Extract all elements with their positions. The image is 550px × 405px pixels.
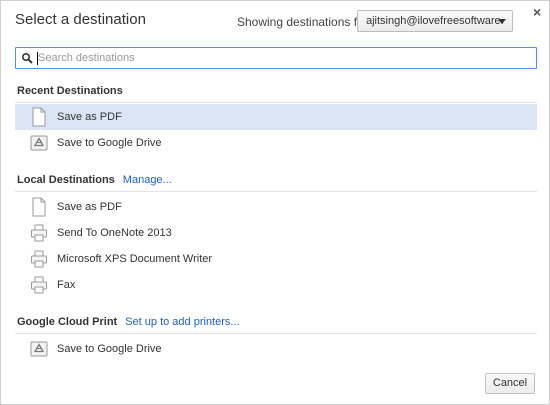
local-item-label: Save as PDF [57, 201, 122, 213]
close-button[interactable]: × [533, 5, 541, 19]
divider [15, 102, 537, 103]
local-item-onenote[interactable]: Send To OneNote 2013 [15, 220, 537, 246]
cancel-button[interactable]: Cancel [485, 373, 535, 394]
recent-destinations-header: Recent Destinations [17, 85, 123, 97]
local-item-xps-writer[interactable]: Microsoft XPS Document Writer [15, 246, 537, 272]
divider [15, 333, 537, 334]
search-input[interactable] [38, 49, 528, 67]
cloud-print-title: Google Cloud Print [17, 316, 118, 328]
recent-item-label: Save as PDF [57, 111, 122, 123]
recent-item-save-as-pdf[interactable]: Save as PDF [15, 104, 537, 130]
chevron-down-icon [498, 19, 506, 24]
local-destinations-header: Local Destinations Manage... [17, 174, 172, 186]
recent-item-label: Save to Google Drive [57, 137, 162, 149]
local-item-label: Send To OneNote 2013 [57, 227, 172, 239]
google-drive-icon [30, 135, 48, 151]
destination-dialog: Select a destination Showing destination… [0, 0, 550, 405]
setup-printers-link[interactable]: Set up to add printers... [125, 316, 239, 328]
pdf-page-icon [32, 197, 46, 217]
recent-destinations-title: Recent Destinations [17, 85, 123, 97]
cloud-item-label: Save to Google Drive [57, 343, 162, 355]
dialog-title: Select a destination [15, 11, 146, 28]
printer-icon [31, 276, 47, 294]
local-item-label: Microsoft XPS Document Writer [57, 253, 213, 265]
account-dropdown-value: ajitsingh@ilovefreesoftware. [366, 15, 504, 27]
printer-icon [31, 224, 47, 242]
local-item-save-as-pdf[interactable]: Save as PDF [15, 194, 537, 220]
search-icon [21, 52, 33, 64]
search-box[interactable] [15, 47, 537, 69]
cloud-print-header: Google Cloud Print Set up to add printers… [17, 316, 240, 328]
google-drive-icon [30, 341, 48, 357]
divider [15, 191, 537, 192]
cloud-item-google-drive[interactable]: Save to Google Drive [15, 336, 537, 362]
local-item-fax[interactable]: Fax [15, 272, 537, 298]
local-destinations-title: Local Destinations [17, 174, 115, 186]
printer-icon [31, 250, 47, 268]
local-item-label: Fax [57, 279, 76, 291]
recent-item-google-drive[interactable]: Save to Google Drive [15, 130, 537, 156]
showing-destinations-label: Showing destinations for [237, 15, 368, 29]
manage-link[interactable]: Manage... [123, 174, 172, 186]
pdf-page-icon [32, 107, 46, 127]
account-dropdown[interactable]: ajitsingh@ilovefreesoftware. [357, 10, 513, 32]
